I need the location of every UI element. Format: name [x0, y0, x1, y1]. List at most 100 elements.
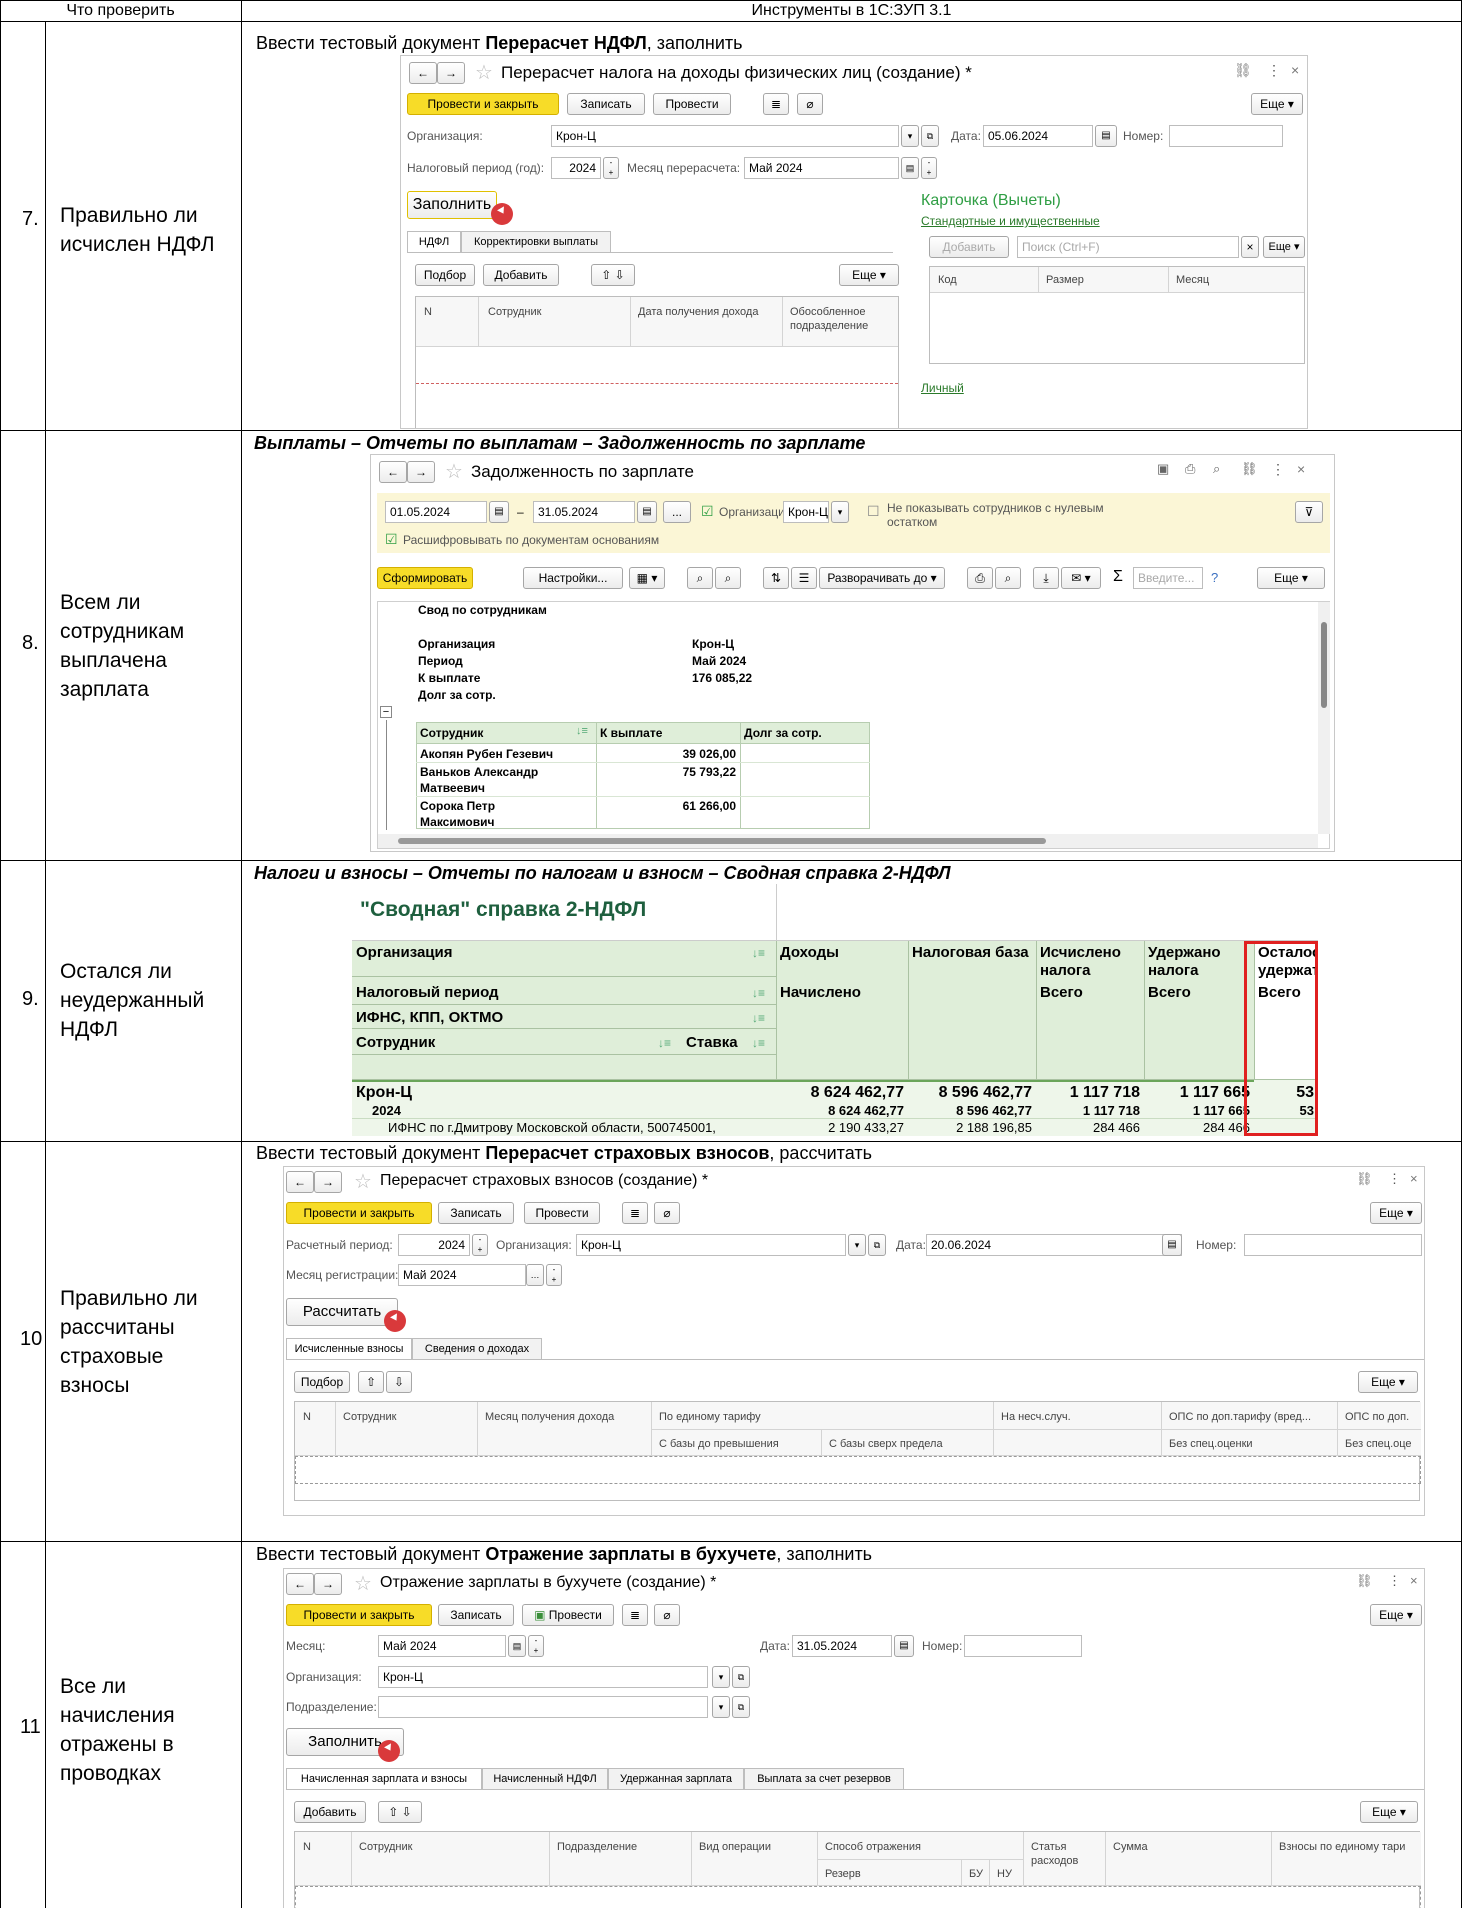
period-select-button[interactable]: ...	[663, 501, 691, 523]
tab-corrections[interactable]: Корректировки выплаты	[461, 231, 611, 253]
list-icon[interactable]: ≣	[622, 1202, 648, 1224]
star-icon[interactable]: ☆	[475, 60, 493, 85]
dept-open[interactable]: ⧉	[732, 1696, 750, 1718]
more-button[interactable]: Еще ▾	[1370, 1604, 1422, 1626]
year-field[interactable]: 2024	[398, 1234, 470, 1256]
close-icon[interactable]: ×	[1410, 1573, 1418, 1588]
org-dropdown[interactable]: ▾	[901, 125, 919, 147]
org-open[interactable]: ⧉	[732, 1666, 750, 1688]
save-button[interactable]: Записать	[438, 1604, 514, 1626]
save-button[interactable]: Записать	[567, 93, 645, 115]
sort-icon[interactable]: ⇅	[763, 567, 789, 589]
org-open[interactable]: ⧉	[868, 1234, 886, 1256]
star-icon[interactable]: ☆	[445, 459, 463, 484]
calendar-icon[interactable]: ▤	[637, 501, 657, 523]
year-stepper[interactable]: - +	[603, 157, 619, 179]
more-button[interactable]: Еще ▾	[1358, 1371, 1418, 1393]
number-field[interactable]	[964, 1635, 1082, 1657]
settings-button[interactable]: Настройки...	[523, 567, 623, 589]
collapse-icon[interactable]: −	[380, 706, 392, 718]
more-button[interactable]: Еще ▾	[1257, 567, 1325, 589]
calendar-icon[interactable]: ▤	[1162, 1234, 1182, 1256]
link-icon[interactable]: ⛓	[1241, 461, 1258, 477]
menu-icon[interactable]: ⋮	[1388, 1171, 1401, 1187]
year-stepper[interactable]: - +	[472, 1234, 488, 1256]
dept-dropdown[interactable]: ▾	[712, 1696, 730, 1718]
search-field[interactable]: Поиск (Ctrl+F)	[1017, 236, 1239, 258]
back-button[interactable]: ←	[409, 62, 437, 84]
tab-income[interactable]: Сведения о доходах	[412, 1338, 542, 1360]
number-field[interactable]	[1244, 1234, 1422, 1256]
tab-ndfl[interactable]: Начисленный НДФЛ	[482, 1768, 608, 1790]
expand-button[interactable]: Разворачивать до ▾	[819, 567, 945, 589]
org-dropdown[interactable]: ▾	[848, 1234, 866, 1256]
tab-accrued[interactable]: Начисленная зарплата и взносы	[286, 1768, 482, 1790]
month-calendar[interactable]: ▤	[508, 1635, 526, 1657]
reg-select[interactable]: …	[526, 1264, 544, 1286]
post-button[interactable]: Провести	[653, 93, 731, 115]
card-add-button[interactable]: Добавить	[929, 236, 1009, 258]
attach-icon[interactable]: ⌀	[654, 1604, 680, 1626]
tab-held[interactable]: Удержанная зарплата	[608, 1768, 744, 1790]
move-up-icon[interactable]: ⇧ ⇩	[591, 264, 635, 286]
horizontal-scrollbar[interactable]	[378, 834, 1318, 848]
preview-icon[interactable]: ⌕	[995, 567, 1021, 589]
dept-field[interactable]	[378, 1696, 708, 1718]
date-field[interactable]: 20.06.2024	[926, 1234, 1182, 1256]
help-icon[interactable]: ?	[1211, 570, 1218, 585]
close-icon[interactable]: ×	[1410, 1171, 1418, 1186]
back-button[interactable]: ←	[379, 461, 407, 483]
move-up-icon[interactable]: ⇧ ⇩	[378, 1801, 422, 1823]
sum-field[interactable]: Введите...	[1133, 567, 1203, 589]
decode-checkbox[interactable]: ☑	[385, 531, 398, 548]
reg-stepper[interactable]: - +	[546, 1264, 562, 1286]
list-icon[interactable]: ≣	[622, 1604, 648, 1626]
move-up-icon[interactable]: ⇧	[358, 1371, 384, 1393]
tab-reserves[interactable]: Выплата за счет резервов	[744, 1768, 904, 1790]
preview-icon[interactable]: ⌕	[1213, 461, 1220, 477]
link-icon[interactable]: ⛓	[1234, 62, 1252, 79]
month-field[interactable]: Май 2024	[378, 1635, 506, 1657]
link-icon[interactable]: ⛓	[1356, 1171, 1373, 1187]
mail-icon[interactable]: ✉ ▾	[1061, 567, 1101, 589]
menu-icon[interactable]: ⋮	[1388, 1573, 1401, 1589]
star-icon[interactable]: ☆	[354, 1169, 372, 1194]
close-icon[interactable]: ×	[1297, 461, 1305, 477]
back-button[interactable]: ←	[286, 1171, 314, 1193]
tab-ndfl[interactable]: НДФЛ	[407, 231, 461, 253]
add-button[interactable]: Добавить	[294, 1801, 366, 1823]
date-from-field[interactable]: 01.05.2024	[385, 501, 487, 523]
post-button[interactable]: ▣ Провести	[522, 1604, 614, 1626]
search-icon[interactable]: ⌕	[687, 567, 713, 589]
post-button[interactable]: Провести	[524, 1202, 600, 1224]
attach-icon[interactable]: ⌀	[797, 93, 823, 115]
star-icon[interactable]: ☆	[354, 1571, 372, 1596]
vertical-scrollbar[interactable]	[1318, 602, 1330, 834]
date-field[interactable]: 31.05.2024	[792, 1635, 892, 1657]
clear-icon[interactable]: ×	[1241, 236, 1259, 258]
more-button[interactable]: Еще ▾	[1370, 1202, 1422, 1224]
list-icon[interactable]: ≣	[763, 93, 789, 115]
more-button[interactable]: Еще ▾	[1360, 1801, 1418, 1823]
zero-checkbox[interactable]: ☐	[867, 503, 880, 520]
pick-button[interactable]: Подбор	[415, 264, 475, 286]
post-close-button[interactable]: Провести и закрыть	[286, 1202, 432, 1224]
calendar-icon[interactable]: ▤	[894, 1635, 914, 1657]
save-button[interactable]: Записать	[438, 1202, 514, 1224]
back-button[interactable]: ←	[286, 1573, 314, 1595]
forward-button[interactable]: →	[437, 62, 465, 84]
number-field[interactable]	[1169, 125, 1283, 147]
more-button[interactable]: Еще ▾	[1251, 93, 1303, 115]
print-icon[interactable]: ⎙	[967, 567, 993, 589]
fill-button[interactable]: Заполнить	[407, 191, 497, 219]
calendar-icon[interactable]: ▤	[1095, 125, 1117, 147]
add-button[interactable]: Добавить	[483, 264, 559, 286]
forward-button[interactable]: →	[314, 1171, 342, 1193]
forward-button[interactable]: →	[314, 1573, 342, 1595]
org-dropdown[interactable]: ▾	[831, 501, 849, 523]
org-dropdown[interactable]: ▾	[712, 1666, 730, 1688]
month-stepper[interactable]: - +	[921, 157, 937, 179]
menu-icon[interactable]: ⋮	[1271, 461, 1285, 478]
more-button[interactable]: Еще ▾	[1263, 236, 1305, 258]
org-checkbox[interactable]: ☑	[701, 503, 714, 520]
